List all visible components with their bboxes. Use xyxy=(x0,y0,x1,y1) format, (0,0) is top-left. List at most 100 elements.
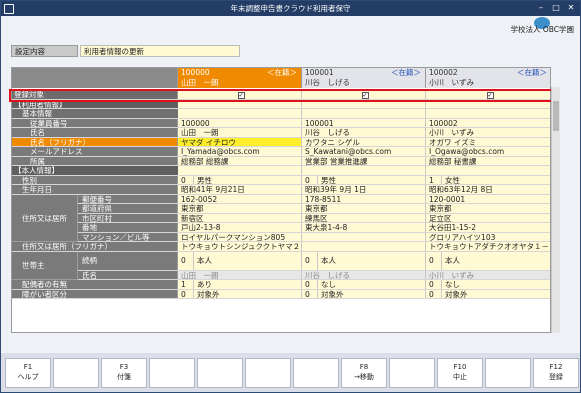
row-label: 障がい者区分 xyxy=(12,289,178,299)
f8-move-button[interactable]: F8 →移動 xyxy=(341,358,387,388)
grid-corner xyxy=(12,68,178,88)
row-label: 配偶者の有無 xyxy=(12,280,178,289)
table-row: 番地 戸山2-13-8 東大泉1-4-8 大谷田1-15-2 xyxy=(78,223,550,233)
cell[interactable]: グロリアハイツ103 xyxy=(426,232,550,242)
cell[interactable]: 練馬区 xyxy=(302,213,426,223)
f4-button[interactable] xyxy=(149,358,195,388)
cell[interactable]: 営業部 営業推進課 xyxy=(302,156,426,166)
register-checkbox[interactable]: ✓ xyxy=(426,90,550,99)
f5-button[interactable] xyxy=(197,358,243,388)
table-row: 続柄 0 本人 0 本人 0 本人 xyxy=(78,251,550,271)
cell[interactable]: ヤマダ イチロウ xyxy=(178,137,302,147)
cell[interactable]: I_Ogawa@obcs.com xyxy=(426,147,550,156)
row-label: マンション／ビル等 xyxy=(78,232,178,242)
cell[interactable]: 東京都 xyxy=(302,204,426,213)
f2-button[interactable] xyxy=(53,358,99,388)
cell[interactable]: ロイヤルパークマンション805 xyxy=(178,232,302,242)
cell[interactable]: 小川 いずみ xyxy=(426,128,550,137)
cell[interactable]: I_Yamada@obcs.com xyxy=(178,147,302,156)
section-row: 【利用者情報】 xyxy=(12,99,550,110)
column-status: ＜在籍＞ xyxy=(517,68,547,77)
code-cell[interactable]: 0 xyxy=(426,280,442,289)
column-header[interactable]: 100000 ＜在籍＞ 山田 一朗 xyxy=(178,68,302,88)
code-cell[interactable]: 0 xyxy=(302,251,318,270)
function-key-bar: F1 ヘルプ F3 付箋 F8 →移動 F10 中止 F12 登録 xyxy=(1,353,580,392)
minimize-icon[interactable]: – xyxy=(536,3,546,13)
code-cell[interactable]: 1 xyxy=(426,175,442,185)
code-cell[interactable]: 0 xyxy=(426,251,442,270)
scrollbar-thumb[interactable] xyxy=(553,101,559,131)
column-name: 山田 一朗 xyxy=(181,77,219,87)
cell[interactable]: カワタニ シゲル xyxy=(302,137,426,147)
code-cell[interactable]: 0 xyxy=(302,289,318,299)
code-cell[interactable]: 0 xyxy=(178,251,194,270)
code-cell[interactable]: 0 xyxy=(426,289,442,299)
f12-register-button[interactable]: F12 登録 xyxy=(533,358,579,388)
cell[interactable]: 東大泉1-4-8 xyxy=(302,223,426,232)
cell[interactable]: 120-0001 xyxy=(426,194,550,204)
cell[interactable] xyxy=(302,242,426,251)
column-header[interactable]: 100002 ＜在籍＞ 小川 いずみ xyxy=(426,68,550,88)
cell[interactable]: 178-8511 xyxy=(302,194,426,204)
section-heading: 基本情報 xyxy=(12,109,178,118)
cell: あり xyxy=(194,280,302,289)
cell[interactable]: 昭和63年12月 8日 xyxy=(426,185,550,194)
cell[interactable]: トウキョウトシンジュククトヤマ２－ xyxy=(178,242,302,251)
code-cell[interactable]: 0 xyxy=(178,289,194,299)
code-cell[interactable]: 0 xyxy=(178,175,194,185)
cell[interactable]: S_Kawatani@obcs.com xyxy=(302,147,426,156)
table-row: 都道府県 東京都 東京都 東京都 xyxy=(78,204,550,214)
f3-sticky-button[interactable]: F3 付箋 xyxy=(101,358,147,388)
code-cell[interactable]: 1 xyxy=(178,280,194,289)
cell[interactable]: 100002 xyxy=(426,118,550,128)
cell[interactable]: トウキョウトアダチクオオヤタ１－１ xyxy=(426,242,550,251)
cell[interactable]: 新宿区 xyxy=(178,213,302,223)
cell[interactable]: 大谷田1-15-2 xyxy=(426,223,550,232)
check-icon: ✓ xyxy=(361,92,369,99)
row-label: 郵便番号 xyxy=(78,194,178,204)
cell[interactable]: 山田 一朗 xyxy=(178,128,302,137)
code-cell[interactable]: 0 xyxy=(302,175,318,185)
cell[interactable]: 100001 xyxy=(302,118,426,128)
register-checkbox[interactable]: ✓ xyxy=(178,90,302,99)
row-label: 性別 xyxy=(12,175,178,185)
cell[interactable]: 川谷 しげる xyxy=(302,128,426,137)
section-row: 基本情報 xyxy=(12,109,550,119)
maximize-icon[interactable]: □ xyxy=(551,3,561,13)
f11-button[interactable] xyxy=(485,358,531,388)
close-icon[interactable]: ✕ xyxy=(566,3,576,13)
f1-help-button[interactable]: F1 ヘルプ xyxy=(5,358,51,388)
company-name: 学校法人 OBC学園 xyxy=(510,25,574,34)
code-cell[interactable]: 0 xyxy=(302,280,318,289)
cell[interactable]: オガワ イズミ xyxy=(426,137,550,147)
section-row: 【本人情報】 xyxy=(12,166,550,176)
cell[interactable]: 総務部 総務課 xyxy=(178,156,302,166)
cell[interactable]: 昭和39年 9月 1日 xyxy=(302,185,426,194)
f9-button[interactable] xyxy=(389,358,435,388)
f6-button[interactable] xyxy=(245,358,291,388)
cell[interactable]: 東京都 xyxy=(426,204,550,213)
cell[interactable]: 戸山2-13-8 xyxy=(178,223,302,232)
cell[interactable] xyxy=(302,232,426,242)
cell[interactable]: 昭和41年 9月21日 xyxy=(178,185,302,194)
cell[interactable]: 足立区 xyxy=(426,213,550,223)
register-checkbox[interactable]: ✓ xyxy=(302,90,426,99)
group-label: 世帯主 xyxy=(12,251,78,280)
cell: 本人 xyxy=(194,251,302,270)
f7-button[interactable] xyxy=(293,358,339,388)
cell[interactable]: 東京都 xyxy=(178,204,302,213)
cell[interactable]: 162-0052 xyxy=(178,194,302,204)
table-row: 氏名 山田 一朗 川谷 しげる 小川 いずみ xyxy=(12,128,550,138)
vertical-scrollbar[interactable] xyxy=(551,87,560,333)
cell[interactable]: 総務部 秘書課 xyxy=(426,156,550,166)
app-window: 年末調整申告書クラウド利用者保守 – □ ✕ 学校法人 OBC学園 設定内容 利… xyxy=(0,0,581,393)
f10-cancel-button[interactable]: F10 中止 xyxy=(437,358,483,388)
cell[interactable]: 100000 xyxy=(178,118,302,128)
column-header[interactable]: 100001 ＜在籍＞ 川谷 しげる xyxy=(302,68,426,88)
row-label: 従業員番号 xyxy=(12,118,178,128)
row-label: 氏名 xyxy=(78,270,178,280)
table-row: 登録対象 ✓ ✓ ✓ xyxy=(12,90,550,100)
section-heading: 【本人情報】 xyxy=(12,166,178,175)
column-status: ＜在籍＞ xyxy=(267,68,297,77)
row-label: 続柄 xyxy=(78,251,178,270)
